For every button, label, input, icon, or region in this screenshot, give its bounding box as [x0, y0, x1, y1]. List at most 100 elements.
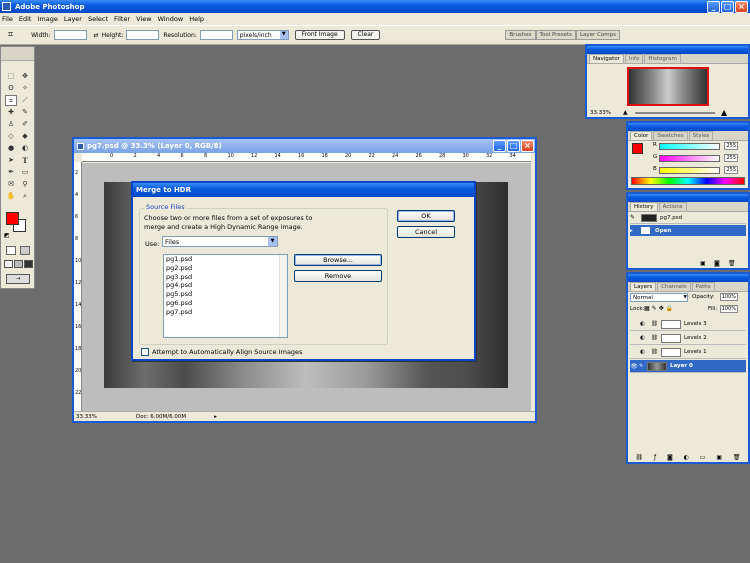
brush-tool-icon[interactable]: ✎ — [19, 107, 31, 118]
menu-image[interactable]: Image — [37, 15, 57, 23]
list-scrollbar[interactable] — [279, 255, 287, 337]
document-minimize-button[interactable]: _ — [493, 140, 506, 152]
new-adjustment-layer-icon[interactable]: ◐ — [684, 454, 689, 462]
delete-layer-icon[interactable]: 🗑 — [733, 454, 741, 462]
document-maximize-button[interactable]: □ — [507, 140, 520, 152]
status-menu-arrow-icon[interactable]: ▸ — [214, 414, 217, 420]
list-item[interactable]: pg5.psd — [164, 290, 287, 299]
menu-file[interactable]: File — [2, 15, 13, 23]
navigator-zoom[interactable]: 33.33% — [590, 110, 611, 116]
tab-tool-presets[interactable]: Tool Presets — [535, 30, 576, 40]
jump-to-imageready-icon[interactable]: ⇢ — [6, 274, 30, 284]
history-brush-tool-icon[interactable]: ✐ — [19, 119, 31, 130]
eye-icon[interactable]: 👁 — [630, 363, 638, 370]
color-ramp[interactable] — [631, 177, 745, 185]
opacity-value[interactable]: 100% — [720, 293, 738, 301]
tab-color[interactable]: Color — [630, 131, 653, 140]
source-files-list[interactable]: pg1.psd pg2.psd pg3.psd pg4.psd pg5.psd … — [163, 254, 288, 338]
menu-help[interactable]: Help — [189, 15, 204, 23]
clear-button[interactable]: Clear — [350, 30, 381, 40]
list-item[interactable]: pg6.psd — [164, 299, 287, 308]
layer-row-levels-1[interactable]: ◐ ⛓ Levels 1 — [630, 346, 746, 359]
path-selection-tool-icon[interactable]: ➤ — [5, 155, 17, 166]
menu-select[interactable]: Select — [88, 15, 108, 23]
height-field[interactable] — [126, 30, 160, 40]
tab-swatches[interactable]: Swatches — [653, 131, 688, 140]
marquee-tool-icon[interactable]: ⬚ — [5, 71, 17, 82]
fill-value[interactable]: 100% — [720, 305, 738, 313]
tab-navigator[interactable]: Navigator — [589, 54, 624, 63]
menu-layer[interactable]: Layer — [64, 15, 82, 23]
quick-mask-on-icon[interactable] — [20, 246, 30, 255]
history-snapshot[interactable]: ✎ pg7.psd — [630, 212, 746, 224]
list-item[interactable]: pg4.psd — [164, 281, 287, 290]
new-group-icon[interactable]: ▭ — [700, 454, 706, 462]
paint-bucket-tool-icon[interactable]: ◆ — [19, 131, 31, 142]
eraser-tool-icon[interactable]: ◇ — [5, 131, 17, 142]
screen-mode-standard-icon[interactable] — [4, 260, 13, 268]
tab-layers[interactable]: Layers — [630, 282, 657, 291]
layer-row-levels-2[interactable]: ◐ ⛓ Levels 2 — [630, 332, 746, 345]
clone-stamp-tool-icon[interactable]: ♙ — [5, 119, 17, 130]
navigator-thumbnail[interactable] — [627, 67, 709, 106]
history-brush-source-icon[interactable]: ✎ — [630, 214, 638, 221]
shape-tool-icon[interactable]: ▭ — [19, 167, 31, 178]
new-layer-icon[interactable]: ▣ — [716, 454, 722, 462]
foreground-color-swatch[interactable] — [6, 212, 19, 225]
zoom-out-icon[interactable]: ▲ — [623, 109, 628, 116]
list-item[interactable]: pg3.psd — [164, 273, 287, 282]
tab-layer-comps[interactable]: Layer Comps — [575, 30, 620, 40]
color-fg-swatch[interactable] — [632, 143, 643, 154]
screen-mode-full-icon[interactable] — [24, 260, 33, 268]
type-tool-icon[interactable]: T — [19, 155, 31, 166]
dodge-tool-icon[interactable]: ◐ — [19, 143, 31, 154]
tab-actions[interactable]: Actions — [658, 202, 687, 211]
default-colors-icon[interactable]: ◩ — [4, 232, 10, 239]
zoom-tool-icon[interactable]: ⌕ — [19, 191, 31, 202]
blend-mode-select[interactable]: Normal ▼ — [630, 293, 688, 302]
new-document-from-state-icon[interactable]: ▣ — [700, 260, 706, 267]
use-select[interactable]: Files ▼ — [162, 236, 278, 247]
width-field[interactable] — [53, 30, 87, 40]
front-image-button[interactable]: Front Image — [294, 30, 345, 40]
new-snapshot-icon[interactable]: ◙ — [714, 260, 720, 267]
layer-row-levels-3[interactable]: ◐ ⛓ Levels 3 — [630, 318, 746, 331]
menu-view[interactable]: View — [136, 15, 151, 23]
crop-tool-preset-icon[interactable]: ⌗ — [8, 30, 13, 40]
add-mask-icon[interactable]: ◙ — [667, 454, 673, 462]
swap-icon[interactable]: ⇄ — [94, 32, 99, 39]
eyedropper-tool-icon[interactable]: ⚲ — [19, 179, 31, 190]
cancel-button[interactable]: Cancel — [397, 226, 455, 238]
tab-info[interactable]: Info — [624, 54, 644, 63]
r-value[interactable]: 255 — [724, 142, 738, 150]
document-close-button[interactable]: × — [521, 140, 534, 152]
zoom-slider[interactable] — [635, 112, 715, 114]
list-item[interactable]: pg1.psd — [164, 255, 287, 264]
menu-window[interactable]: Window — [158, 15, 184, 23]
lock-icons[interactable]: ▦✎✥🔒 — [644, 305, 675, 312]
minimize-button[interactable]: _ — [707, 0, 720, 13]
b-slider[interactable] — [659, 167, 720, 174]
menu-edit[interactable]: Edit — [19, 15, 32, 23]
zoom-readout[interactable]: 33.33% — [76, 414, 100, 420]
browse-button[interactable]: Browse... — [294, 254, 382, 266]
tab-brushes[interactable]: Brushes — [505, 30, 536, 40]
layer-style-icon[interactable]: ƒ — [654, 454, 656, 462]
delete-state-icon[interactable]: 🗑 — [728, 260, 736, 267]
tab-paths[interactable]: Paths — [691, 282, 715, 291]
g-slider[interactable] — [659, 155, 720, 162]
align-checkbox[interactable] — [141, 348, 149, 356]
quick-mask-off-icon[interactable] — [6, 246, 16, 255]
slice-tool-icon[interactable]: ⟋ — [19, 95, 31, 106]
units-select[interactable]: pixels/inch ▼ — [236, 30, 289, 40]
list-item[interactable]: pg2.psd — [164, 264, 287, 273]
tab-history[interactable]: History — [630, 202, 658, 211]
resolution-field[interactable] — [199, 30, 233, 40]
maximize-button[interactable]: □ — [721, 0, 734, 13]
b-value[interactable]: 255 — [724, 166, 738, 174]
close-button[interactable]: × — [735, 0, 748, 13]
move-tool-icon[interactable]: ✥ — [19, 71, 31, 82]
screen-mode-full-menu-icon[interactable] — [14, 260, 23, 268]
remove-button[interactable]: Remove — [294, 270, 382, 282]
pen-tool-icon[interactable]: ✒ — [5, 167, 17, 178]
